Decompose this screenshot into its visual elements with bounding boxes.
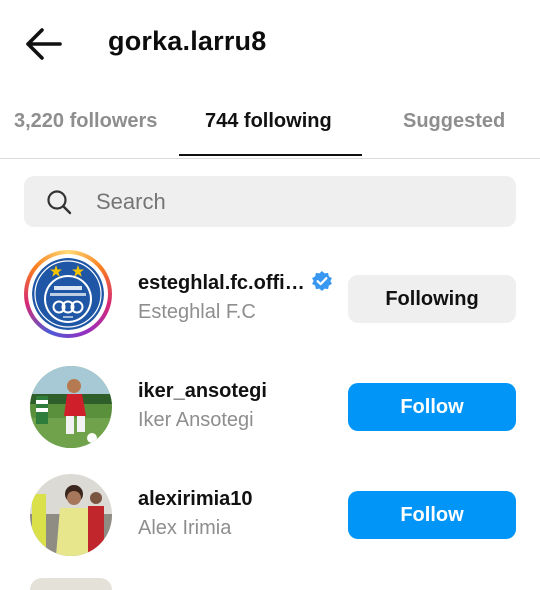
avatar[interactable] bbox=[24, 250, 112, 338]
arrow-left-icon[interactable] bbox=[22, 24, 64, 64]
follow-tabs: 3,220 followers 744 following Suggested bbox=[0, 96, 540, 159]
avatar[interactable] bbox=[30, 578, 112, 590]
list-item[interactable]: alexirimia10 Alex Irimia Follow bbox=[0, 466, 540, 566]
full-name: Iker Ansotegi bbox=[138, 409, 254, 431]
tab-followers[interactable]: 3,220 followers bbox=[14, 110, 157, 133]
list-item[interactable]: iker_ansotegi Iker Ansotegi Follow bbox=[0, 358, 540, 458]
app-header: gorka.larru8 bbox=[0, 0, 540, 90]
esteghlal-logo-icon bbox=[32, 258, 104, 330]
verified-badge-icon bbox=[311, 271, 332, 291]
active-tab-indicator bbox=[179, 154, 362, 156]
avatar[interactable] bbox=[30, 366, 112, 448]
full-name: Alex Irimia bbox=[138, 517, 232, 539]
search-bar[interactable] bbox=[24, 176, 516, 227]
tab-suggested[interactable]: Suggested bbox=[403, 110, 505, 133]
list-item[interactable]: esteghlal.fc.offi… Esteghlal F.C Followi… bbox=[0, 248, 540, 348]
tab-following[interactable]: 744 following bbox=[205, 110, 332, 133]
profile-username-title: gorka.larru8 bbox=[108, 26, 267, 56]
following-button[interactable]: Following bbox=[348, 275, 516, 323]
username[interactable]: iker_ansotegi bbox=[138, 380, 267, 403]
username[interactable]: esteghlal.fc.offi… bbox=[138, 270, 333, 295]
search-input[interactable] bbox=[96, 176, 496, 227]
search-icon bbox=[47, 190, 72, 215]
full-name: Esteghlal F.C bbox=[138, 301, 256, 323]
follow-button[interactable]: Follow bbox=[348, 383, 516, 431]
follow-button[interactable]: Follow bbox=[348, 491, 516, 539]
avatar[interactable] bbox=[30, 474, 112, 556]
username[interactable]: alexirimia10 bbox=[138, 488, 253, 511]
